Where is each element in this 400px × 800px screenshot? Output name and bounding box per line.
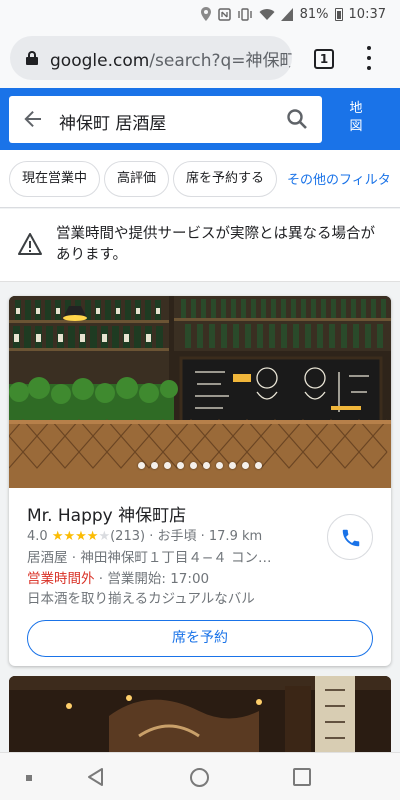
- rating-line: 4.0 ★★★★★(213) · お手頃 · 17.9 km: [27, 525, 262, 544]
- hours-warning: 営業時間や提供サービスが実際とは異なる場合があります。: [0, 209, 400, 282]
- browser-menu-button[interactable]: [362, 46, 376, 70]
- carousel-dots: [9, 462, 391, 469]
- nav-recents-icon[interactable]: [293, 768, 311, 786]
- closed-label: 営業時間外: [27, 571, 95, 587]
- chip-open-now[interactable]: 現在営業中: [9, 160, 101, 197]
- search-box[interactable]: 神保町 居酒屋: [9, 96, 322, 143]
- back-arrow-icon[interactable]: [23, 109, 43, 129]
- rating-value: 4.0: [27, 529, 48, 544]
- url-path: /search?q=神保町: [149, 50, 292, 71]
- map-tab-label: 地図: [349, 101, 363, 134]
- carousel-dot[interactable]: [203, 462, 210, 469]
- browser-toolbar: google.com/search?q=神保町 1: [0, 28, 400, 88]
- listing-card[interactable]: Mr. Happy 神保町店 4.0 ★★★★★(213) · お手頃 · 17…: [9, 296, 391, 666]
- carousel-dot[interactable]: [229, 462, 236, 469]
- carousel-dot[interactable]: [177, 462, 184, 469]
- wifi-icon: [259, 8, 275, 20]
- phone-icon: [342, 529, 360, 547]
- distance: 17.9 km: [208, 529, 263, 544]
- carousel-dot[interactable]: [190, 462, 197, 469]
- map-tab[interactable]: 地図: [336, 100, 376, 136]
- price-level: · お手頃 ·: [149, 529, 205, 544]
- search-header: 神保町 居酒屋 地図: [0, 88, 400, 150]
- more-filters-link[interactable]: その他のフィルタ: [281, 169, 391, 188]
- search-query[interactable]: 神保町 居酒屋: [59, 109, 166, 134]
- clock: 10:37: [348, 6, 386, 22]
- location-icon: [200, 7, 211, 21]
- url-host: google.com: [50, 50, 150, 71]
- nav-back-icon[interactable]: [86, 767, 106, 787]
- opening-time: · 営業開始: 17:00: [94, 571, 210, 587]
- call-button[interactable]: [327, 514, 373, 560]
- lock-icon: [26, 51, 38, 65]
- category-address: 居酒屋 · 神田神保町１丁目４−４ コン…: [27, 550, 272, 566]
- carousel-dot[interactable]: [151, 462, 158, 469]
- warning-text: 営業時間や提供サービスが実際とは異なる場合があります。: [56, 226, 375, 263]
- review-count[interactable]: (213): [110, 529, 145, 544]
- star-rating-icon: ★★★★★: [51, 529, 111, 544]
- nav-home-icon[interactable]: [190, 768, 209, 787]
- signal-icon: [280, 7, 293, 21]
- battery-icon: [334, 7, 343, 21]
- vibrate-icon: [237, 7, 252, 21]
- system-nav-bar: [0, 752, 400, 800]
- warning-icon: [18, 233, 42, 255]
- listing-photo-carousel[interactable]: [9, 296, 391, 488]
- chip-top-rated[interactable]: 高評価: [104, 160, 170, 197]
- carousel-dot[interactable]: [138, 462, 145, 469]
- opening-status: 営業時間外 · 営業開始: 17:00: [27, 567, 209, 587]
- listing-name[interactable]: Mr. Happy 神保町店: [27, 501, 186, 526]
- tab-switcher-button[interactable]: 1: [314, 49, 334, 69]
- listing-description: 日本酒を取り揃えるカジュアルなバル: [27, 591, 255, 607]
- nfc-icon: [217, 7, 231, 21]
- filter-chips: 現在営業中 高評価 席を予約する その他のフィルタ: [0, 150, 400, 208]
- carousel-dot[interactable]: [164, 462, 171, 469]
- address-bar[interactable]: google.com/search?q=神保町: [10, 36, 292, 80]
- status-bar: 81% 10:37: [0, 0, 400, 28]
- restaurant-photo: [9, 296, 391, 488]
- carousel-dot[interactable]: [255, 462, 262, 469]
- url-text[interactable]: google.com/search?q=神保町: [50, 46, 292, 71]
- nav-hide-icon[interactable]: [26, 775, 32, 781]
- search-icon[interactable]: [286, 108, 308, 130]
- chip-reservation[interactable]: 席を予約する: [173, 160, 278, 197]
- carousel-dot[interactable]: [242, 462, 249, 469]
- reserve-button[interactable]: 席を予約: [27, 620, 373, 657]
- battery-percent: 81%: [299, 6, 329, 22]
- carousel-dot[interactable]: [216, 462, 223, 469]
